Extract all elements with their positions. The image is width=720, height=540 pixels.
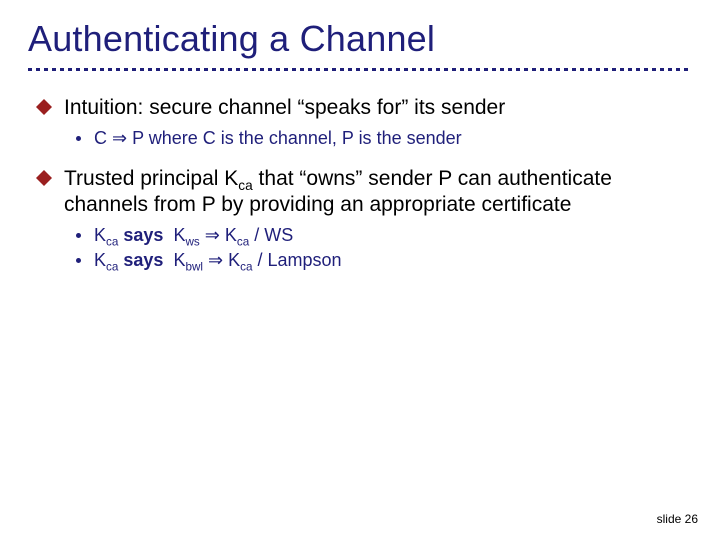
bullet-text: Intuition: secure channel “speaks for” i… (64, 96, 505, 119)
implies-icon: ⇒ (200, 225, 225, 245)
bullet-intuition: Intuition: secure channel “speaks for” i… (36, 95, 684, 162)
slide-title: Authenticating a Channel (0, 0, 720, 64)
tail: / WS (249, 225, 293, 245)
k-ca2: K (228, 250, 240, 270)
footer-number: 26 (685, 512, 698, 526)
subscript: ca (237, 236, 249, 249)
subscript: bwl (185, 260, 203, 273)
sub-list: C ⇒ P where C is the channel, P is the s… (64, 121, 684, 162)
dot-bullet-icon (76, 136, 81, 141)
slide: Authenticating a Channel Intuition: secu… (0, 0, 720, 540)
k-ca: K (94, 250, 106, 270)
bullet-text-part1: Trusted principal K (64, 167, 238, 190)
says-keyword: says (118, 250, 168, 270)
sub-bullet-speaks-for: C ⇒ P where C is the channel, P is the s… (76, 127, 684, 150)
subscript: ca (240, 260, 252, 273)
k-ca2: K (225, 225, 237, 245)
sub-bullet-cert-ws: Kca says Kws ⇒ Kca / WS (76, 224, 684, 247)
says-keyword: says (118, 225, 168, 245)
subscript-ca: ca (238, 178, 252, 193)
diamond-bullet-icon (36, 170, 52, 186)
k-ca: K (94, 225, 106, 245)
k-bwl: K (173, 250, 185, 270)
subscript: ws (185, 236, 199, 249)
subscript: ca (106, 236, 118, 249)
tail: / Lampson (252, 250, 341, 270)
dot-bullet-icon (76, 258, 81, 263)
implies-icon: ⇒ (203, 250, 228, 270)
bullet-trusted-principal: Trusted principal Kca that “owns” sender… (36, 166, 684, 284)
diamond-bullet-icon (36, 99, 52, 115)
sub-bullet-cert-lampson: Kca says Kbwl ⇒ Kca / Lampson (76, 249, 684, 272)
sub-text-prefix: C (94, 128, 112, 148)
k-ws: K (173, 225, 185, 245)
bullet-list: Intuition: secure channel “speaks for” i… (36, 95, 684, 283)
sub-list: Kca says Kws ⇒ Kca / WS Kca says Kbwl ⇒ … (64, 218, 684, 283)
slide-body: Intuition: secure channel “speaks for” i… (0, 71, 720, 283)
dot-bullet-icon (76, 233, 81, 238)
subscript: ca (106, 260, 118, 273)
implies-icon: ⇒ (112, 128, 127, 148)
footer-label: slide (657, 512, 685, 526)
sub-text-suffix: P where C is the channel, P is the sende… (127, 128, 462, 148)
slide-number: slide 26 (657, 512, 698, 526)
